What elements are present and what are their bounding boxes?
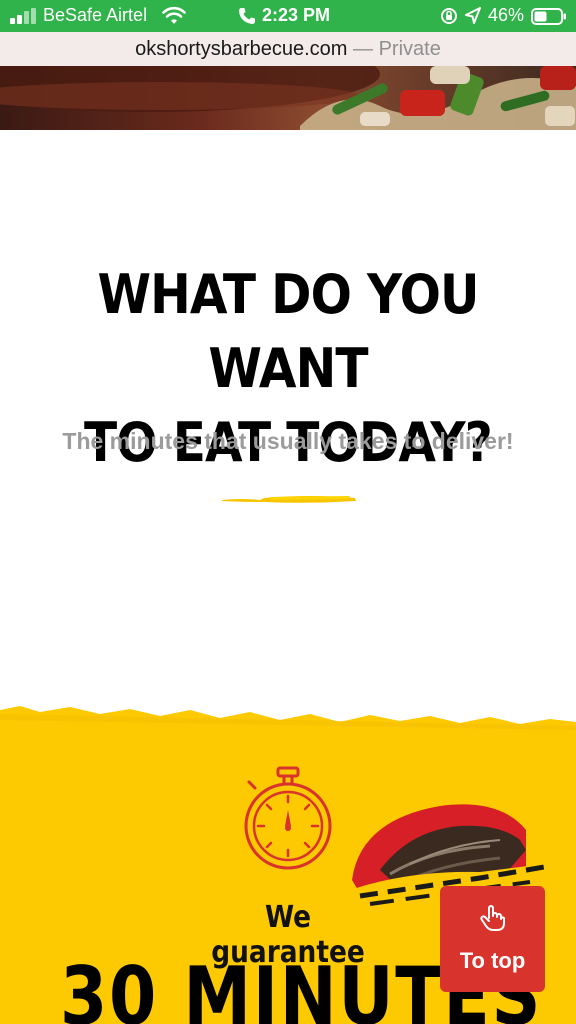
signal-icon — [10, 8, 36, 24]
hand-pointer-icon — [480, 905, 505, 931]
status-bar: BeSafe Airtel 2:23 PM 46% — [0, 0, 576, 32]
subtitle: The minutes that usually takes to delive… — [62, 428, 514, 454]
phone-icon — [239, 8, 255, 24]
url-bar[interactable]: okshortysbarbecue.com — Private — [0, 32, 576, 66]
private-mode-label: — Private — [353, 38, 441, 60]
rotation-lock-icon — [441, 8, 457, 24]
battery-percent: 46% — [488, 5, 525, 25]
stopwatch-icon — [244, 766, 332, 870]
wifi-icon — [162, 6, 186, 24]
location-icon — [465, 7, 481, 24]
yellow-brush-divider — [222, 496, 356, 503]
to-top-button[interactable]: To top — [440, 886, 545, 992]
to-top-label: To top — [459, 948, 526, 973]
status-time: 2:23 PM — [262, 5, 331, 25]
heading-line-1: WHAT DO YOU WANT — [97, 263, 479, 400]
hero-food-image — [0, 66, 576, 130]
page: BeSafe Airtel 2:23 PM 46% okshortysbarbe… — [0, 0, 576, 1024]
carrier-name: BeSafe Airtel — [43, 5, 148, 25]
minutes-headline: 30 MINUTES — [60, 950, 543, 1024]
battery-icon — [531, 8, 566, 25]
url-domain: okshortysbarbecue.com — [135, 38, 348, 60]
